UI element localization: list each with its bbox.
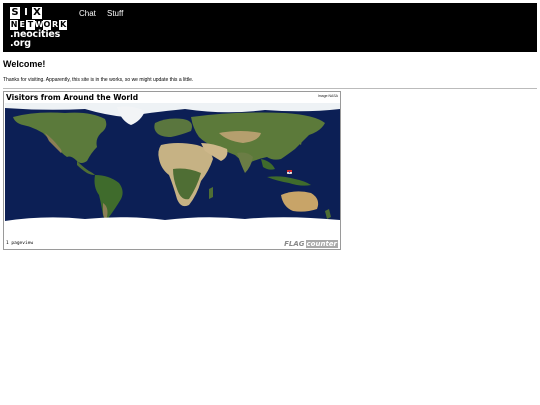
intro-text: Thanks for visiting. Apparently, this si…	[3, 77, 194, 83]
logo-letter: I	[24, 7, 28, 18]
logo-letter: S	[10, 7, 20, 19]
world-map	[5, 103, 340, 228]
nav-link-stuff[interactable]: Stuff	[107, 9, 123, 18]
site-logo[interactable]: S I X N E T W O R K .neocities .org	[10, 7, 68, 49]
image-credit: Image:NASA	[317, 94, 338, 98]
flag-counter-logo[interactable]: FLAG counter	[284, 240, 338, 248]
pageview-count: 1 pageview	[6, 241, 34, 246]
logo-letter: X	[32, 7, 42, 19]
counter-title: Visitors from Around the World	[6, 93, 139, 102]
flag-counter-widget[interactable]: Visitors from Around the World Image:NAS…	[3, 91, 341, 250]
logo-org: .org	[10, 38, 31, 49]
flag-counter-logo-counter: counter	[305, 240, 338, 248]
flag-counter-logo-flag: FLAG	[284, 240, 305, 248]
madagascar	[209, 187, 213, 199]
page-title: Welcome!	[3, 59, 46, 69]
nav-link-chat[interactable]: Chat	[79, 9, 96, 18]
visitor-flag-marker	[286, 169, 293, 175]
site-header: S I X N E T W O R K .neocities .org Chat…	[3, 3, 537, 52]
logo-six: S I X	[10, 7, 68, 19]
divider	[3, 88, 537, 89]
logo-letter: K	[59, 20, 68, 30]
